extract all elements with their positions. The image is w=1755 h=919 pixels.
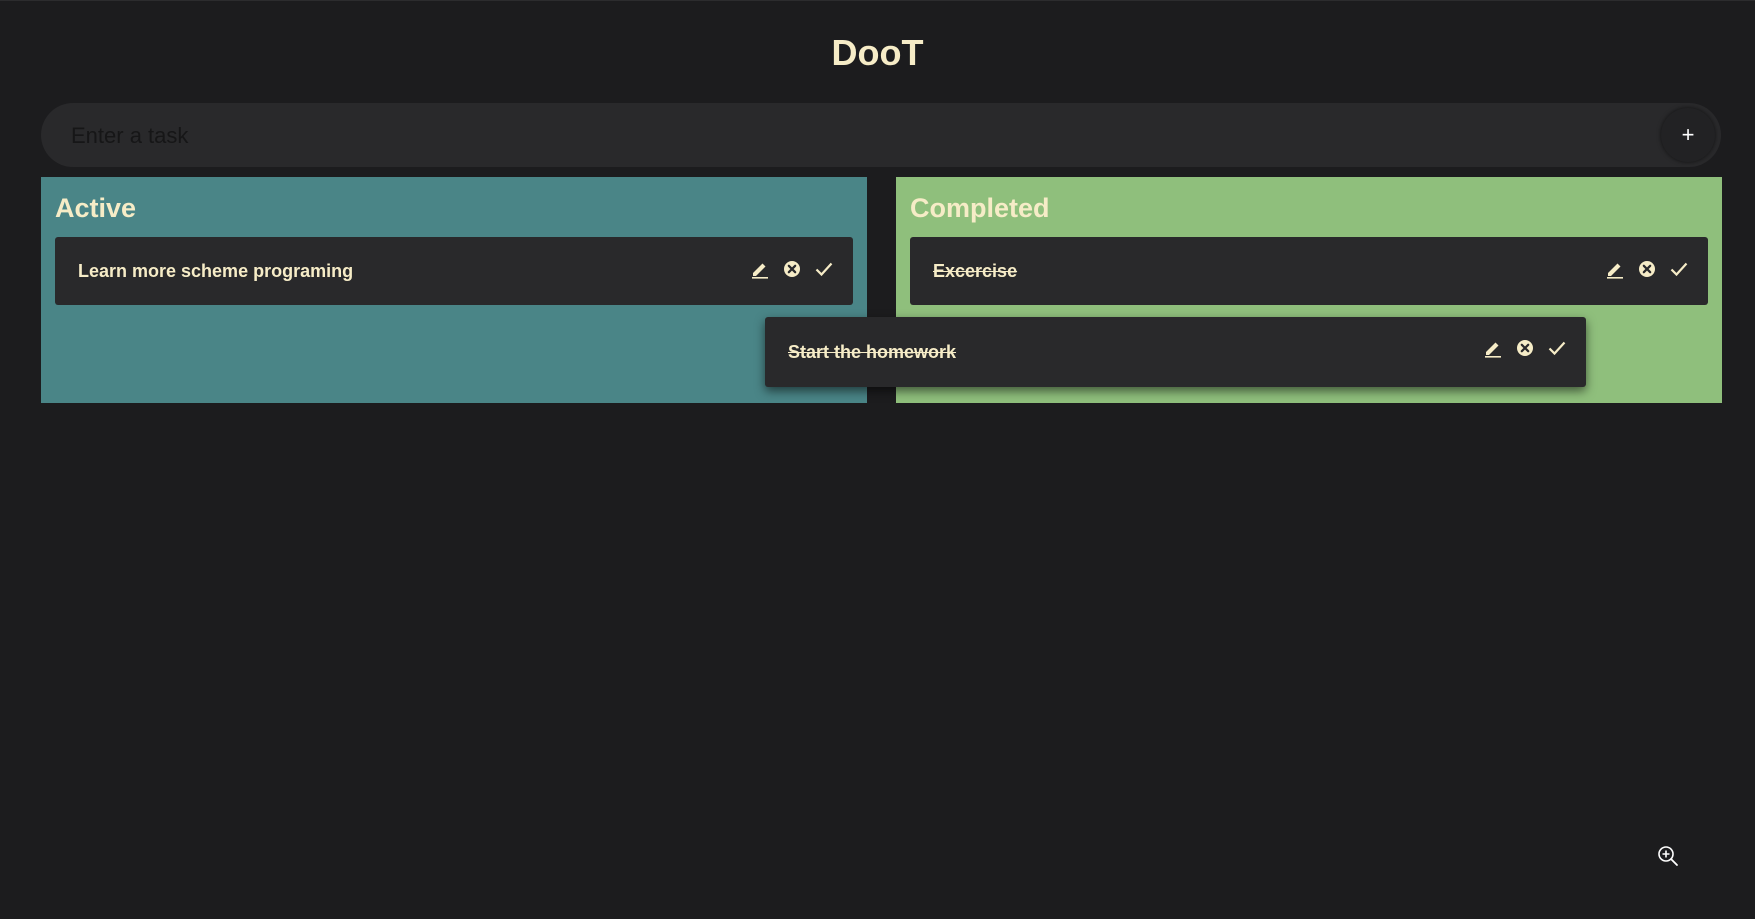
complete-button[interactable] (813, 258, 835, 280)
app-title: DooT (831, 32, 924, 73)
check-icon (1548, 341, 1566, 356)
task-actions (1594, 258, 1690, 280)
task-card[interactable]: Excercise (910, 237, 1708, 305)
edit-button[interactable] (1482, 337, 1504, 359)
active-column-title: Active (55, 193, 137, 223)
active-column: Active Learn more scheme programing (41, 177, 867, 403)
delete-button[interactable] (1514, 337, 1536, 359)
close-circle-icon (1517, 340, 1533, 356)
check-icon (815, 262, 833, 277)
add-task-button[interactable]: + (1661, 108, 1715, 162)
task-input[interactable] (69, 103, 1613, 169)
pencil-icon (1485, 342, 1501, 358)
task-actions (739, 258, 835, 280)
app-root: DooT + Active Learn more scheme programi… (0, 0, 1755, 919)
pencil-icon (752, 263, 768, 279)
edit-button[interactable] (749, 258, 771, 280)
edit-button[interactable] (1604, 258, 1626, 280)
task-text: Learn more scheme programing (78, 261, 354, 281)
delete-button[interactable] (781, 258, 803, 280)
task-text: Excercise (933, 261, 1018, 281)
close-circle-icon (1639, 261, 1655, 277)
pencil-icon (1607, 263, 1623, 279)
task-form: + (41, 103, 1721, 169)
close-circle-icon (784, 261, 800, 277)
check-icon (1670, 262, 1688, 277)
task-card[interactable]: Learn more scheme programing (55, 237, 853, 305)
zoom-in-icon[interactable] (1657, 845, 1679, 867)
task-text: Start the homework (788, 342, 957, 362)
complete-button[interactable] (1668, 258, 1690, 280)
completed-column-title: Completed (910, 193, 1050, 223)
task-actions (1472, 337, 1568, 359)
complete-button[interactable] (1546, 337, 1568, 359)
delete-button[interactable] (1636, 258, 1658, 280)
dragging-task-card[interactable]: Start the homework (765, 317, 1586, 387)
